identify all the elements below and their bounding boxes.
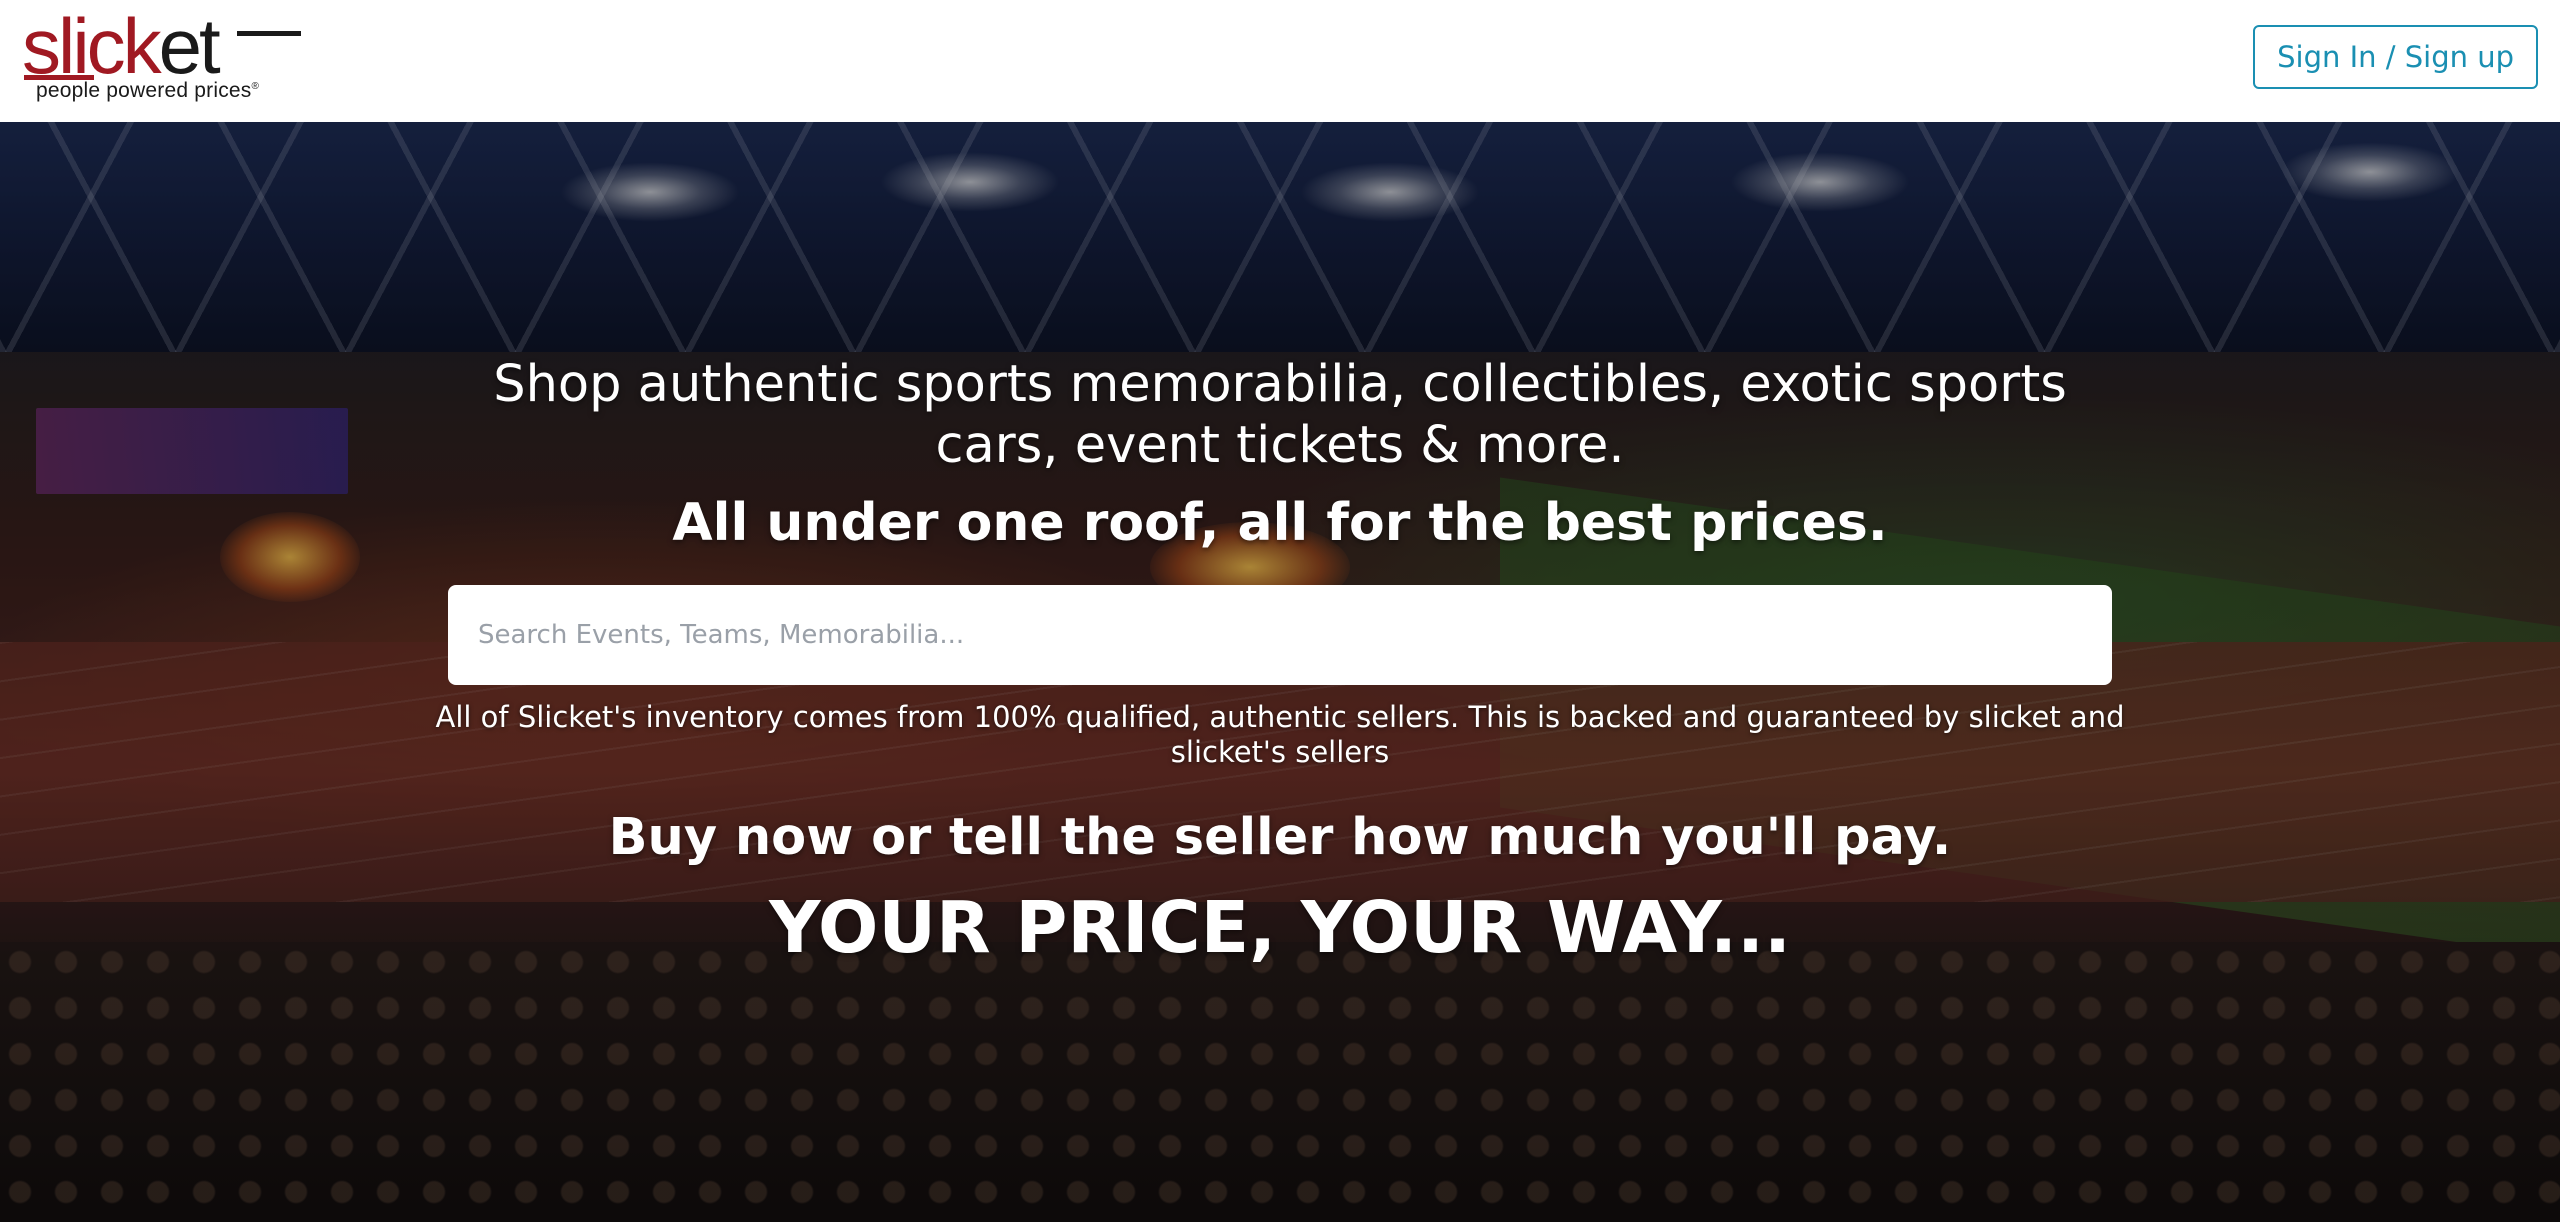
logo-wordmark: slicket — [22, 7, 221, 85]
hero-subheadline: All under one roof, all for the best pri… — [672, 493, 1888, 553]
hero-tagline: Buy now or tell the seller how much you'… — [608, 808, 1952, 867]
registered-mark: ® — [251, 81, 260, 92]
sign-in-sign-up-button[interactable]: Sign In / Sign up — [2253, 25, 2538, 89]
hero-banner: Shop authentic sports memorabilia, colle… — [0, 122, 2560, 1222]
top-navbar: slicket people powered prices® Sign In /… — [0, 0, 2560, 122]
hero-headline: Shop authentic sports memorabilia, colle… — [493, 355, 2067, 475]
logo-tagline: people powered prices® — [36, 79, 259, 103]
hero-content: Shop authentic sports memorabilia, colle… — [0, 122, 2560, 1222]
slicket-logo[interactable]: slicket people powered prices® — [22, 7, 301, 111]
logo-tagline-text: people powered prices — [36, 79, 252, 102]
logo-wordmark-suffix: et — [158, 2, 221, 90]
hero-slogan: YOUR PRICE, YOUR WAY... — [769, 886, 1791, 969]
search-input[interactable] — [448, 585, 2112, 685]
authenticity-disclaimer: All of Slicket's inventory comes from 10… — [435, 700, 2125, 769]
logo-crossbar-mark — [237, 31, 301, 36]
